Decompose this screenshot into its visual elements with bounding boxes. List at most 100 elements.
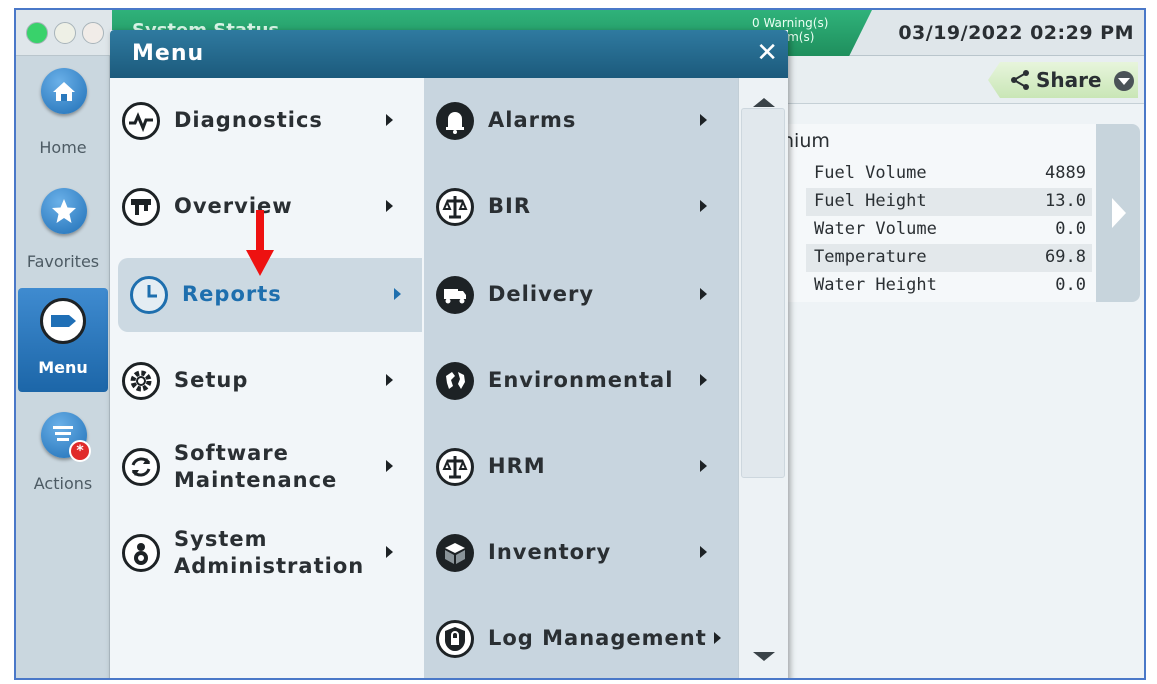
status-light-icon [26, 22, 48, 44]
tank-name: nium [782, 130, 830, 152]
chevron-right-icon [700, 546, 707, 558]
tank-row-label: Fuel Height [814, 191, 927, 211]
chevron-right-icon [1112, 198, 1126, 228]
sidebar-label-menu: Menu [38, 358, 88, 377]
sidebar-label-actions: Actions [33, 474, 93, 493]
lock-shield-icon [436, 620, 474, 658]
menu-item-label-line: Administration [174, 554, 365, 578]
menu-scrollbar[interactable] [738, 78, 788, 678]
chevron-right-icon [700, 460, 707, 472]
tank-row-label: Water Height [814, 275, 937, 295]
submenu-item-hrm[interactable]: HRM [424, 430, 728, 504]
sidebar-favorites[interactable]: Favorites [16, 174, 110, 278]
menu-item-label: HRM [488, 454, 546, 478]
date-time: 03/19/2022 02:29 PM [898, 22, 1134, 44]
menu-item-label: Overview [174, 194, 293, 218]
tank-next-button[interactable] [1096, 124, 1140, 302]
tank-row: Fuel Volume 4889 [806, 160, 1092, 188]
menu-item-diagnostics[interactable]: Diagnostics [110, 84, 414, 158]
tank-row-value: 0.0 [1055, 275, 1086, 295]
submenu-item-alarms[interactable]: Alarms [424, 84, 728, 158]
sidebar-label-home: Home [39, 138, 87, 157]
chevron-right-icon [386, 200, 393, 212]
tank-row-value: 0.0 [1055, 219, 1086, 239]
actions-icon: * [41, 412, 91, 462]
chevron-right-icon [386, 460, 393, 472]
sidebar-actions[interactable]: * Actions [16, 408, 110, 512]
menu-item-label: Log Management [488, 626, 707, 650]
menu-item-setup[interactable]: Setup [110, 344, 414, 418]
tank-row-label: Fuel Volume [814, 163, 927, 183]
menu-item-label: Delivery [488, 282, 595, 306]
gear-icon [122, 362, 160, 400]
admin-icon [122, 534, 160, 572]
menu-item-label: Environmental [488, 368, 674, 392]
scale-icon [436, 188, 474, 226]
annotation-arrow-icon [246, 210, 274, 280]
submenu-item-bir[interactable]: BIR [424, 170, 728, 244]
warning-count: 0 Warning(s) [752, 16, 829, 30]
menu-title: Menu [132, 41, 205, 66]
scroll-down-icon[interactable] [753, 652, 775, 661]
chevron-right-icon [700, 200, 707, 212]
menu-item-label-line: Maintenance [174, 468, 338, 492]
refresh-icon [122, 448, 160, 486]
menu-item-label-line: System [174, 527, 268, 551]
scrollbar-thumb[interactable] [741, 108, 785, 478]
submenu-item-inventory[interactable]: Inventory [424, 516, 728, 590]
menu-submenu-list: Alarms BIR Delivery Environmental HRM In… [424, 78, 738, 678]
submenu-item-delivery[interactable]: Delivery [424, 258, 728, 332]
overview-icon [122, 188, 160, 226]
tank-row: Fuel Height 13.0 [806, 188, 1092, 216]
globe-icon [436, 362, 474, 400]
bell-icon [436, 102, 474, 140]
tank-row-label: Water Volume [814, 219, 937, 239]
menu-item-label: Alarms [488, 108, 577, 132]
diagnostics-icon [122, 102, 160, 140]
menu-item-label: Inventory [488, 540, 612, 564]
share-button[interactable]: Share [988, 62, 1138, 98]
tank-row: Water Volume 0.0 [806, 216, 1092, 244]
clock-icon [130, 276, 168, 314]
chevron-right-icon [386, 374, 393, 386]
chevron-right-icon [386, 114, 393, 126]
close-icon[interactable]: ✕ [756, 38, 778, 68]
chevron-down-icon [1114, 71, 1134, 91]
sidebar: Home Favorites Menu * Actions [16, 56, 110, 678]
chevron-right-icon [700, 288, 707, 300]
tank-row-value: 69.8 [1045, 247, 1086, 267]
app-frame: System Status 0 Warning(s) 0 Alarm(s) 03… [14, 8, 1146, 680]
menu-item-software-maintenance[interactable]: Software Maintenance [110, 430, 414, 504]
tank-row: Temperature 69.8 [806, 244, 1092, 272]
sidebar-label-favorites: Favorites [26, 252, 100, 271]
star-icon [41, 188, 87, 234]
sidebar-home[interactable]: Home [16, 56, 110, 160]
menu-item-label: Setup [174, 368, 249, 392]
submenu-item-log-management[interactable]: Log Management [424, 602, 728, 676]
chevron-right-icon [714, 632, 721, 644]
chevron-right-icon [700, 374, 707, 386]
share-bar: Share [726, 56, 1144, 104]
tank-row-value: 13.0 [1045, 191, 1086, 211]
chevron-right-icon [394, 288, 401, 300]
tank-row: Water Height 0.0 [806, 272, 1092, 300]
status-light-icon [82, 22, 104, 44]
menu-item-system-administration[interactable]: System Administration [110, 516, 414, 590]
sidebar-menu[interactable]: Menu [18, 288, 108, 392]
menu-item-label: BIR [488, 194, 531, 218]
menu-item-label-line: Software [174, 441, 289, 465]
menu-item-label: System Administration [174, 526, 364, 580]
menu-primary-list: Diagnostics Overview Reports Setup Softw [110, 78, 424, 678]
truck-icon [436, 276, 474, 314]
cube-icon [436, 534, 474, 572]
menu-icon [40, 298, 86, 344]
alert-badge-icon: * [69, 440, 91, 462]
submenu-item-environmental[interactable]: Environmental [424, 344, 728, 418]
menu-panel: Menu ✕ Diagnostics Overview Reports Setu… [110, 30, 788, 678]
share-icon [1011, 70, 1029, 90]
menu-item-label: Software Maintenance [174, 440, 337, 494]
scroll-up-icon[interactable] [753, 98, 775, 107]
menu-header: Menu ✕ [110, 30, 788, 78]
status-light-icon [54, 22, 76, 44]
tank-row-label: Temperature [814, 247, 927, 267]
